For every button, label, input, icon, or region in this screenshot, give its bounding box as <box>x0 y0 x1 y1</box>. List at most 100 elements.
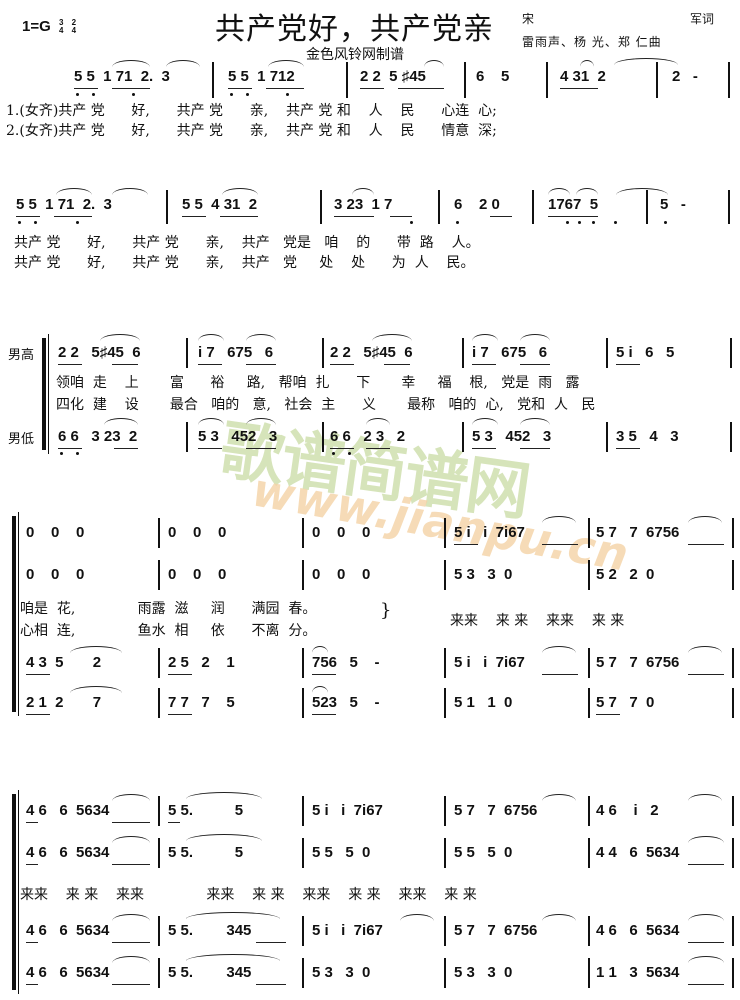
measure: 5 7 7 6756 <box>454 922 538 939</box>
barline <box>444 958 446 988</box>
underline <box>688 864 724 865</box>
barline <box>588 916 590 946</box>
slur <box>366 418 390 425</box>
underline <box>114 448 138 449</box>
measure: 2 5 2 1 <box>168 654 235 671</box>
measure: 0 0 0 <box>26 566 85 583</box>
measure: 0 0 0 <box>312 566 371 583</box>
barline <box>186 422 188 452</box>
slur <box>520 418 550 425</box>
underline <box>220 216 258 217</box>
lyric-verse-2: 2.(女齐)共产 党 好, 共产 党 亲, 共产 党 和 人 民 情意 深; <box>6 123 497 139</box>
arranger-credit: 金色风铃网制谱 <box>306 47 404 63</box>
slur <box>520 334 550 341</box>
slur <box>112 188 148 195</box>
slur <box>688 516 722 523</box>
underline <box>112 984 150 985</box>
slur <box>542 794 576 801</box>
lyric-verse-2: 共产 党 好, 共产 党 亲, 共产 党 处 处 为 人 民。 <box>14 255 475 271</box>
song-title: 共产党好，共产党亲 <box>215 12 494 47</box>
measure: 523 5 - <box>312 694 380 711</box>
measure: 5 5 1 712 <box>228 68 295 85</box>
low-octave-dot <box>230 93 233 96</box>
measure: 0 0 0 <box>168 566 227 583</box>
measure: 5 5 1 71 2. 3 <box>74 68 170 85</box>
barline <box>656 62 658 98</box>
measure: 7 7 7 5 <box>168 694 235 711</box>
low-octave-dot <box>566 221 569 224</box>
barline <box>320 190 322 224</box>
barline <box>302 560 304 590</box>
measure: 6 2 0 <box>454 196 500 213</box>
low-octave-dot <box>286 93 289 96</box>
slur <box>56 188 92 195</box>
slur <box>352 188 374 195</box>
underline <box>26 942 38 943</box>
underline <box>330 364 354 365</box>
barline <box>732 838 734 868</box>
ts2-den: 4 <box>71 26 77 36</box>
barline <box>588 796 590 826</box>
time-signature-2: 24 <box>72 19 76 35</box>
barline <box>730 422 732 452</box>
barline <box>186 338 188 368</box>
underline <box>688 544 724 545</box>
low-octave-dot <box>92 93 95 96</box>
low-octave-dot <box>34 221 37 224</box>
measure: 6 5 <box>476 68 510 85</box>
slur <box>542 914 576 921</box>
measure: 0 0 0 <box>26 524 85 541</box>
slur <box>198 418 224 425</box>
measure: 6 6 3 23 2 <box>58 428 138 445</box>
barline <box>302 796 304 826</box>
tie <box>616 188 668 195</box>
barline <box>444 838 446 868</box>
measure: 5 5 5 0 <box>312 844 371 861</box>
underline <box>246 364 276 365</box>
barline <box>302 688 304 718</box>
low-octave-dot <box>76 452 79 455</box>
slur <box>112 956 150 963</box>
slur <box>198 334 224 341</box>
underline <box>542 674 578 675</box>
measure: 5 2 2 0 <box>596 566 655 583</box>
tie <box>70 686 122 693</box>
low-octave-dot <box>76 93 79 96</box>
slur <box>268 60 304 67</box>
tie <box>186 912 280 919</box>
slur <box>104 418 138 425</box>
slur <box>246 418 276 425</box>
underline <box>360 88 384 89</box>
measure: 5 i i 7i67 <box>454 654 525 671</box>
measure: 4 6 6 5634 <box>26 922 110 939</box>
underline <box>472 448 496 449</box>
staff-bracket-thin <box>18 790 19 994</box>
measure: 4 4 6 5634 <box>596 844 680 861</box>
underline <box>490 216 512 217</box>
measure: 5 3 3 0 <box>454 566 513 583</box>
underline <box>330 448 354 449</box>
measure: 4 6 6 5634 <box>26 802 110 819</box>
barline <box>438 190 440 224</box>
measure: 4 6 6 5634 <box>26 844 110 861</box>
barline <box>158 958 160 988</box>
measure: 5 5. 345 <box>168 922 252 939</box>
lyric-verse-1: 咱是 花, 雨露 滋 润 满园 春。 <box>20 601 317 617</box>
underline <box>256 984 286 985</box>
lyric-lai: 来来 来 来 来来 来 来 <box>450 613 625 629</box>
measure: 4 6 6 5634 <box>26 964 110 981</box>
barline <box>606 338 608 368</box>
underline <box>182 216 206 217</box>
slur <box>542 646 576 653</box>
part-label-tenor: 男高 <box>8 348 35 363</box>
staff-bracket <box>12 794 16 990</box>
measure: 2 1 2 7 <box>26 694 102 711</box>
underline <box>548 216 598 217</box>
barline <box>588 958 590 988</box>
barline <box>588 560 590 590</box>
underline <box>596 714 620 715</box>
measure: 4 6 i 2 <box>596 802 659 819</box>
lyric-verse-1: 1.(女齐)共产 党 好, 共产 党 亲, 共产 党 和 人 民 心连 心; <box>6 103 497 119</box>
underline <box>16 216 40 217</box>
underline <box>112 864 150 865</box>
